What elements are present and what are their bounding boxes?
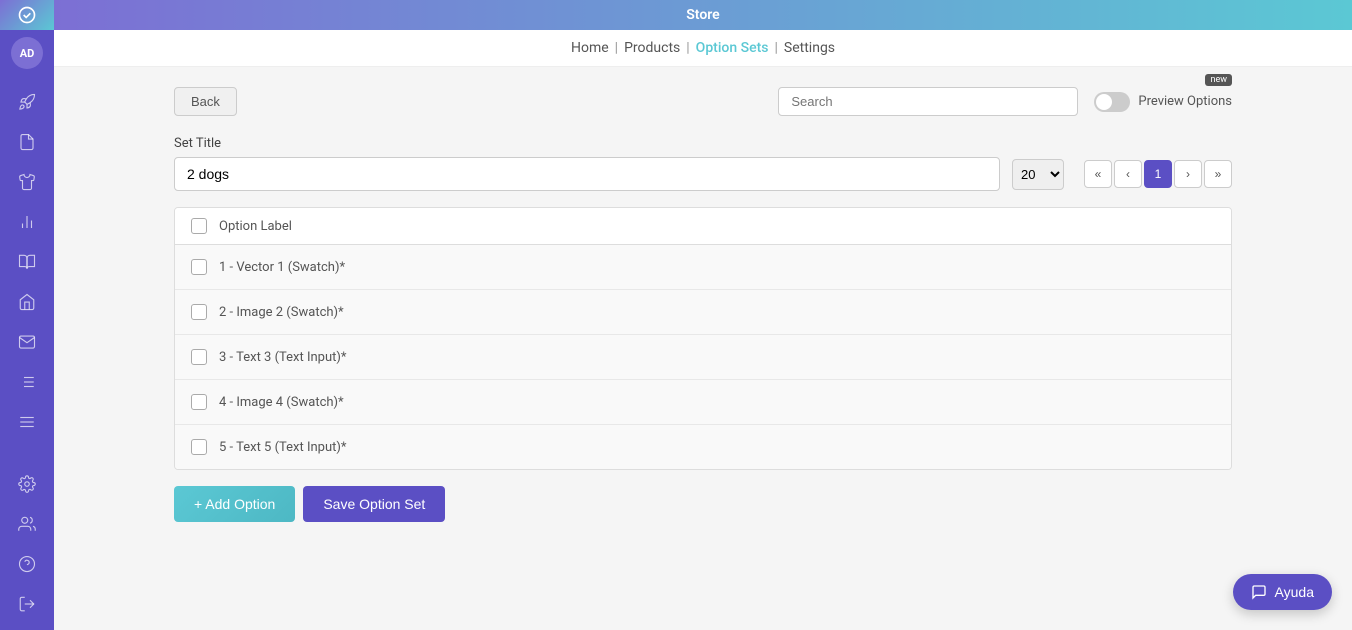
nav-sep-1: | [615, 40, 618, 56]
row-label-2: 3 - Text 3 (Text Input)* [219, 350, 347, 365]
row-label-3: 4 - Image 4 (Swatch)* [219, 395, 344, 410]
page-next[interactable]: › [1174, 160, 1202, 188]
row-checkbox-0[interactable] [191, 259, 207, 275]
table-row[interactable]: 2 - Image 2 (Swatch)* [175, 290, 1231, 335]
sidebar: AD [0, 0, 54, 630]
sidebar-item-rocket[interactable] [5, 84, 49, 120]
sidebar-item-store[interactable] [5, 284, 49, 320]
row-checkbox-3[interactable] [191, 394, 207, 410]
table-header: Option Label [175, 208, 1231, 245]
row-label-4: 5 - Text 5 (Text Input)* [219, 440, 347, 455]
main-content: Store Home | Products | Option Sets | Se… [54, 0, 1352, 630]
table-row[interactable]: 5 - Text 5 (Text Input)* [175, 425, 1231, 469]
sidebar-item-menu[interactable] [5, 404, 49, 440]
title-row: 20 50 100 « ‹ 1 › » [174, 157, 1232, 191]
sidebar-bottom [5, 466, 49, 630]
nav-products[interactable]: Products [624, 40, 680, 56]
table-row[interactable]: 4 - Image 4 (Swatch)* [175, 380, 1231, 425]
row-label-1: 2 - Image 2 (Swatch)* [219, 305, 344, 320]
table-header-label: Option Label [219, 219, 292, 234]
nav-sep-3: | [774, 40, 777, 56]
table-rows: 1 - Vector 1 (Swatch)* 2 - Image 2 (Swat… [175, 245, 1231, 469]
sidebar-item-settings[interactable] [5, 466, 49, 502]
preview-options: new Preview Options [1094, 92, 1232, 112]
user-avatar-area: AD [0, 30, 54, 76]
sidebar-item-mail[interactable] [5, 324, 49, 360]
search-input[interactable] [778, 87, 1078, 116]
nav-links: Home | Products | Option Sets | Settings [571, 40, 835, 56]
sidebar-item-logout[interactable] [5, 586, 49, 622]
nav-settings[interactable]: Settings [784, 40, 835, 56]
page-first[interactable]: « [1084, 160, 1112, 188]
page-prev[interactable]: ‹ [1114, 160, 1142, 188]
set-title-section: Set Title 20 50 100 « ‹ 1 › » [174, 136, 1232, 191]
logo[interactable] [0, 0, 54, 30]
preview-toggle[interactable] [1094, 92, 1130, 112]
ayuda-button[interactable]: Ayuda [1233, 574, 1332, 610]
nav-sep-2: | [686, 40, 689, 56]
table-row[interactable]: 1 - Vector 1 (Swatch)* [175, 245, 1231, 290]
set-title-input[interactable] [174, 157, 1000, 191]
page-current[interactable]: 1 [1144, 160, 1172, 188]
sidebar-item-chart[interactable] [5, 204, 49, 240]
avatar[interactable]: AD [11, 37, 43, 69]
row-checkbox-4[interactable] [191, 439, 207, 455]
options-table: Option Label 1 - Vector 1 (Swatch)* 2 - … [174, 207, 1232, 470]
sidebar-item-document[interactable] [5, 124, 49, 160]
back-button[interactable]: Back [174, 87, 237, 116]
toolbar: Back new Preview Options [174, 87, 1232, 116]
new-badge: new [1205, 74, 1232, 86]
sidebar-item-shirt[interactable] [5, 164, 49, 200]
table-row[interactable]: 3 - Text 3 (Text Input)* [175, 335, 1231, 380]
add-option-button[interactable]: + Add Option [174, 486, 295, 522]
content-area: Back new Preview Options Set Title 20 50… [54, 67, 1352, 630]
row-label-0: 1 - Vector 1 (Swatch)* [219, 260, 345, 275]
sidebar-item-notebook[interactable] [5, 244, 49, 280]
topbar: Store [54, 0, 1352, 30]
save-option-set-button[interactable]: Save Option Set [303, 486, 445, 522]
sidebar-nav [0, 76, 54, 448]
chat-icon [1251, 584, 1267, 600]
action-buttons: + Add Option Save Option Set [174, 486, 1232, 522]
search-area: new Preview Options [778, 87, 1232, 116]
nav-option-sets[interactable]: Option Sets [696, 40, 769, 56]
page-last[interactable]: » [1204, 160, 1232, 188]
nav-home[interactable]: Home [571, 40, 609, 56]
preview-label: Preview Options [1138, 94, 1232, 109]
sidebar-item-users[interactable] [5, 506, 49, 542]
per-page-select[interactable]: 20 50 100 [1012, 159, 1064, 190]
sidebar-item-help[interactable] [5, 546, 49, 582]
ayuda-label: Ayuda [1275, 584, 1314, 600]
row-checkbox-1[interactable] [191, 304, 207, 320]
row-checkbox-2[interactable] [191, 349, 207, 365]
select-all-checkbox[interactable] [191, 218, 207, 234]
sidebar-item-list[interactable] [5, 364, 49, 400]
set-title-label: Set Title [174, 136, 1232, 151]
nav-bar: Home | Products | Option Sets | Settings [54, 30, 1352, 67]
topbar-title: Store [686, 7, 719, 23]
pagination: « ‹ 1 › » [1084, 160, 1232, 188]
